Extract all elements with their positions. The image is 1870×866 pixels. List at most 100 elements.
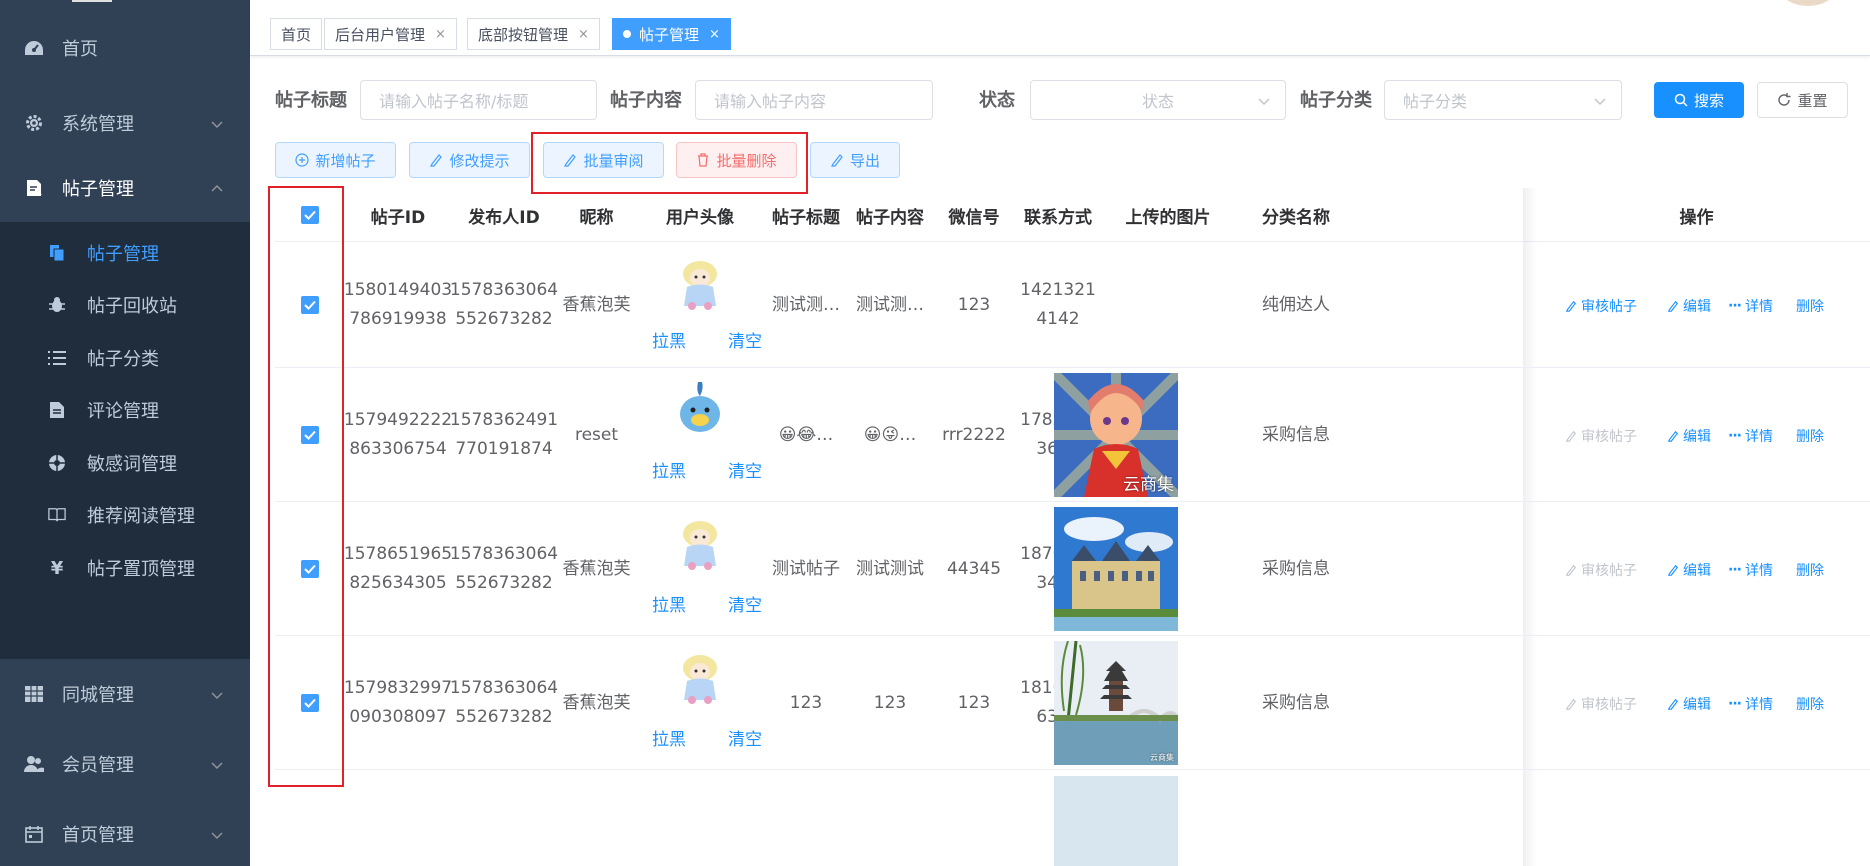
header-post-title[interactable]: 帖子标题 [764,188,848,242]
header-contact[interactable]: 联系方式 [1016,188,1100,242]
sidebar-item-members[interactable]: 会员管理 [0,729,250,799]
header-user-avatar[interactable]: 用户头像 [636,188,764,242]
review-post-action[interactable]: 审核帖子 [1565,296,1637,316]
post-id-part: 1580149403 [343,280,453,300]
status-placeholder: 状态 [1141,92,1174,111]
search-icon [1674,93,1688,107]
chevron-down-icon [1593,93,1607,107]
edit-tip-label: 修改提示 [449,151,510,170]
sidebar-subitem-pin-top[interactable]: ¥ 帖子置顶管理 [0,537,250,599]
detail-label: 详情 [1744,299,1773,315]
block-user-link[interactable]: 拉黑 [652,592,686,621]
wechat-cell: 44345 [946,558,1002,579]
close-icon[interactable]: × [578,27,589,42]
publisher-id-part: 770191874 [455,439,553,459]
select-all-checkbox[interactable] [301,206,319,224]
tag-home[interactable]: 首页 [270,18,323,50]
detail-post-action[interactable]: ··· 详情 [1728,426,1773,446]
plus-circle-icon [295,153,310,167]
edit-post-action[interactable]: 编辑 [1667,426,1711,446]
category-cell: 纯佣达人 [1262,294,1330,315]
batch-delete-label: 批量删除 [716,151,777,170]
reset-button[interactable]: 重置 [1757,82,1848,118]
sidebar-item-home[interactable]: 首页 [0,13,250,83]
bird-avatar-image [680,382,720,432]
publisher-id-cell: 1578363064 552673282 [450,242,558,368]
sidebar-item-system[interactable]: 系统管理 [0,88,250,158]
header-category-name[interactable]: 分类名称 [1236,188,1356,242]
post-title-label: 帖子标题 [275,90,347,111]
sidebar-item-label: 首页管理 [62,825,134,846]
delete-post-action[interactable]: 删除 [1796,296,1824,316]
uploaded-image-anime[interactable]: 云商集 [1054,373,1178,497]
edit-post-action[interactable]: 编辑 [1667,560,1711,580]
edit-label: 编辑 [1683,563,1711,579]
post-title-input[interactable]: 请输入帖子名称/标题 [360,80,597,120]
sidebar-subitem-label: 帖子置顶管理 [87,559,195,580]
image-cell [1100,242,1236,368]
clear-avatar-link[interactable]: 清空 [728,328,762,357]
sidebar-item-homepage[interactable]: 首页管理 [0,799,250,866]
tag-label: 底部按钮管理 [478,25,569,44]
row-checkbox[interactable] [301,694,319,712]
status-select[interactable]: 状态 [1030,80,1286,120]
sidebar-logo-fragment [72,0,112,2]
header-post-content[interactable]: 帖子内容 [848,188,932,242]
row-checkbox[interactable] [301,426,319,444]
tag-admin-users[interactable]: 后台用户管理 × [324,18,457,50]
batch-delete-button[interactable]: 批量删除 [676,142,797,178]
block-user-link[interactable]: 拉黑 [652,458,686,487]
chevron-down-icon [210,687,224,701]
row-checkbox[interactable] [301,560,319,578]
edit-icon [830,153,844,167]
header-uploaded-image[interactable]: 上传的图片 [1100,188,1236,242]
uploaded-image-castle[interactable] [1054,507,1178,631]
delete-label: 删除 [1796,697,1824,713]
batch-review-button[interactable]: 批量审阅 [543,142,664,178]
header-wechat[interactable]: 微信号 [932,188,1016,242]
review-post-action[interactable]: 审核帖子 [1565,560,1637,580]
uploaded-image-partial[interactable] [1054,776,1178,866]
edit-icon [429,153,443,167]
close-icon[interactable]: × [435,27,446,42]
add-post-button[interactable]: 新增帖子 [275,142,396,178]
sidebar-subitem-label: 帖子回收站 [87,296,177,317]
user-avatar[interactable] [1780,0,1836,6]
clear-avatar-link[interactable]: 清空 [728,458,762,487]
sidebar-item-posts[interactable]: 帖子管理 [0,153,250,223]
header-nickname[interactable]: 昵称 [557,188,636,242]
delete-post-action[interactable]: 删除 [1796,560,1824,580]
aperture-icon [48,454,66,472]
header-publisher-id[interactable]: 发布人ID [451,188,557,242]
row-checkbox[interactable] [301,296,319,314]
export-button[interactable]: 导出 [810,142,900,178]
edit-post-action[interactable]: 编辑 [1667,296,1711,316]
search-button[interactable]: 搜索 [1654,82,1744,118]
review-post-action[interactable]: 审核帖子 [1565,694,1637,714]
header-post-id[interactable]: 帖子ID [345,188,451,242]
edit-tip-button[interactable]: 修改提示 [409,142,530,178]
detail-label: 详情 [1744,697,1773,713]
detail-post-action[interactable]: ··· 详情 [1728,694,1773,714]
sidebar-item-label: 同城管理 [62,685,134,706]
sidebar-item-local[interactable]: 同城管理 [0,659,250,729]
delete-post-action[interactable]: 删除 [1796,694,1824,714]
post-content-input[interactable]: 请输入帖子内容 [695,80,933,120]
delete-post-action[interactable]: 删除 [1796,426,1824,446]
detail-post-action[interactable]: ··· 详情 [1728,560,1773,580]
close-icon[interactable]: × [709,27,720,42]
tag-posts[interactable]: 帖子管理 × [612,18,731,50]
clear-avatar-link[interactable]: 清空 [728,592,762,621]
clear-avatar-link[interactable]: 清空 [728,726,762,755]
uploaded-image-pagoda[interactable]: 云商集 [1054,641,1178,765]
post-id-cell: 1580149403 786919938 [343,242,453,368]
block-user-link[interactable]: 拉黑 [652,328,686,357]
block-user-link[interactable]: 拉黑 [652,726,686,755]
post-category-select[interactable]: 帖子分类 [1384,80,1622,120]
tag-bottom-buttons[interactable]: 底部按钮管理 × [467,18,600,50]
contact-cell: 1421321 4142 [1016,242,1100,368]
review-post-action[interactable]: 审核帖子 [1565,426,1637,446]
edit-post-action[interactable]: 编辑 [1667,694,1711,714]
status-label: 状态 [979,90,1015,111]
detail-post-action[interactable]: ··· 详情 [1728,296,1773,316]
